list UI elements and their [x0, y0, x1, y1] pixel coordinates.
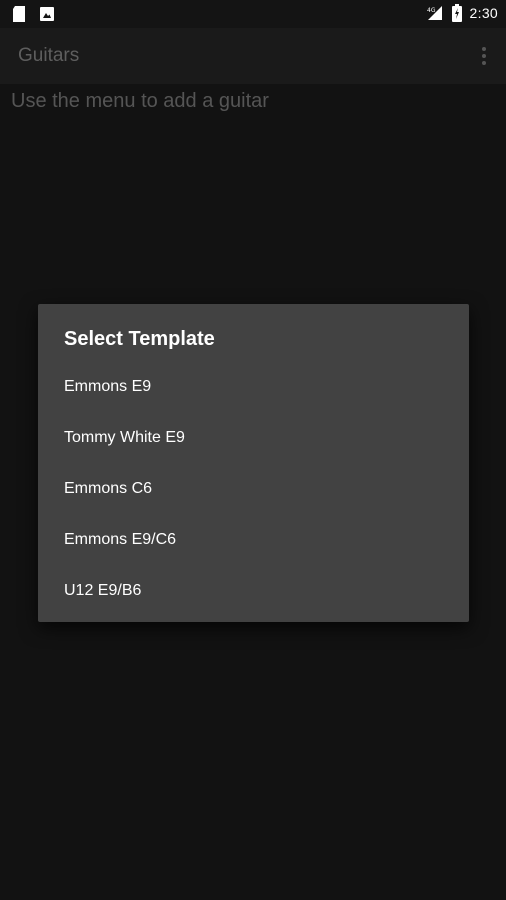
status-bar-right: 4G 2:30	[426, 4, 498, 22]
overflow-dot	[482, 54, 486, 58]
status-time: 2:30	[469, 5, 498, 21]
status-bar: 4G 2:30	[0, 0, 506, 28]
overflow-dot	[482, 47, 486, 51]
template-item-emmons-c6[interactable]: Emmons C6	[38, 467, 469, 518]
select-template-dialog: Select Template Emmons E9 Tommy White E9…	[38, 304, 469, 622]
battery-icon	[451, 4, 462, 22]
overflow-dot	[482, 61, 486, 65]
template-list: Emmons E9 Tommy White E9 Emmons C6 Emmon…	[38, 365, 469, 620]
status-bar-left-icons	[12, 6, 54, 22]
template-item-u12-e9-b6[interactable]: U12 E9/B6	[38, 569, 469, 620]
template-item-emmons-e9-c6[interactable]: Emmons E9/C6	[38, 518, 469, 569]
empty-message: Use the menu to add a guitar	[11, 90, 269, 112]
sd-card-icon	[13, 6, 25, 22]
screen: 4G 2:30 Guitars Use the menu to add a gu…	[0, 0, 506, 900]
overflow-menu-icon[interactable]	[474, 42, 494, 70]
photo-notification-icon	[40, 7, 54, 21]
app-bar: Guitars	[0, 28, 506, 84]
template-item-tommy-white-e9[interactable]: Tommy White E9	[38, 416, 469, 467]
app-title: Guitars	[18, 45, 80, 66]
dialog-title: Select Template	[64, 328, 215, 350]
svg-text:4G: 4G	[427, 7, 436, 14]
template-item-emmons-e9[interactable]: Emmons E9	[38, 365, 469, 416]
signal-icon: 4G	[427, 6, 442, 20]
